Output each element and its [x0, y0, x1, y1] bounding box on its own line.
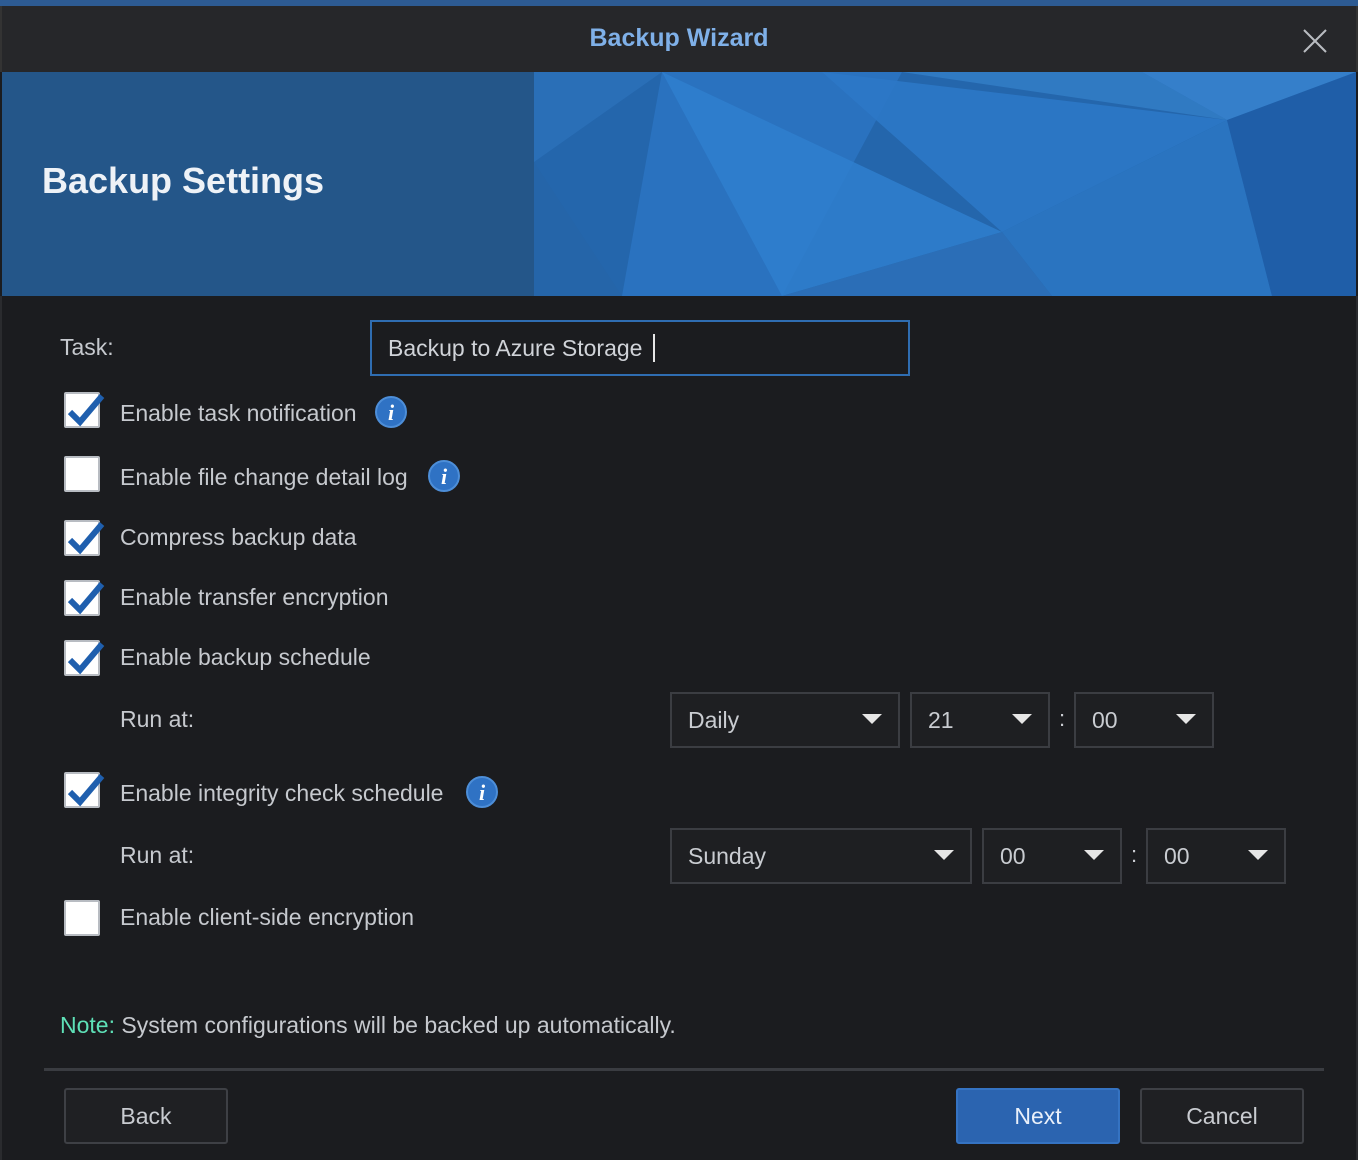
integrity-check-checkbox[interactable]	[64, 772, 105, 808]
backup-schedule-checkbox[interactable]	[64, 640, 105, 676]
chevron-down-icon	[1012, 714, 1032, 724]
integrity-hour-select[interactable]: 00	[982, 828, 1122, 884]
client-side-encryption-label: Enable client-side encryption	[120, 904, 415, 930]
transfer-encryption-label: Enable transfer encryption	[120, 584, 389, 610]
backup-frequency-select[interactable]: Daily	[670, 692, 900, 748]
file-change-log-label: Enable file change detail log	[120, 464, 408, 490]
window-title: Backup Wizard	[589, 24, 769, 52]
backup-run-at-label: Run at:	[120, 706, 195, 732]
chevron-down-icon	[862, 714, 882, 724]
backup-minute-select[interactable]: 00	[1074, 692, 1214, 748]
integrity-day-select[interactable]: Sunday	[670, 828, 972, 884]
task-notification-info-icon[interactable]: i	[375, 396, 407, 428]
transfer-encryption-checkbox[interactable]	[64, 580, 105, 616]
integrity-minute-select[interactable]: 00	[1146, 828, 1286, 884]
footer-divider	[44, 1068, 1324, 1071]
file-change-log-checkbox[interactable]	[64, 456, 100, 492]
settings-form: Task: Enable task notification i Enable …	[0, 296, 1358, 1160]
chevron-down-icon	[934, 850, 954, 860]
chevron-down-icon	[1248, 850, 1268, 860]
title-bar: Backup Wizard	[0, 6, 1358, 72]
text-caret	[653, 334, 655, 362]
task-name-input[interactable]	[370, 320, 910, 376]
task-notification-checkbox[interactable]	[64, 392, 105, 428]
close-icon[interactable]	[1300, 26, 1330, 56]
note-body: System configurations will be backed up …	[114, 1012, 676, 1038]
file-change-log-info-icon[interactable]: i	[428, 460, 460, 492]
compress-backup-label: Compress backup data	[120, 524, 357, 550]
integrity-minute-value: 00	[1164, 843, 1190, 869]
backup-minute-value: 00	[1092, 707, 1118, 733]
note-label: Note:	[60, 1012, 115, 1038]
integrity-check-label: Enable integrity check schedule	[120, 780, 444, 806]
header-banner: Backup Settings	[2, 72, 1356, 296]
back-button[interactable]: Back	[64, 1088, 228, 1144]
banner-title: Backup Settings	[42, 160, 325, 201]
task-label: Task:	[60, 334, 114, 360]
backup-frequency-value: Daily	[688, 707, 740, 733]
cancel-button[interactable]: Cancel	[1140, 1088, 1304, 1144]
chevron-down-icon	[1176, 714, 1196, 724]
compress-backup-checkbox[interactable]	[64, 520, 105, 556]
next-button[interactable]: Next	[956, 1088, 1120, 1144]
integrity-check-info-icon[interactable]: i	[466, 776, 498, 808]
backup-time-separator: :	[1059, 706, 1066, 731]
backup-hour-select[interactable]: 21	[910, 692, 1050, 748]
task-notification-label: Enable task notification	[120, 400, 357, 426]
backup-schedule-label: Enable backup schedule	[120, 644, 371, 670]
integrity-time-separator: :	[1131, 842, 1138, 867]
note-text: Note: System configurations will be back…	[60, 1012, 676, 1039]
integrity-run-at-label: Run at:	[120, 842, 195, 868]
client-side-encryption-checkbox[interactable]	[64, 900, 100, 936]
chevron-down-icon	[1084, 850, 1104, 860]
integrity-day-value: Sunday	[688, 843, 767, 869]
integrity-hour-value: 00	[1000, 843, 1026, 869]
backup-hour-value: 21	[928, 707, 954, 733]
